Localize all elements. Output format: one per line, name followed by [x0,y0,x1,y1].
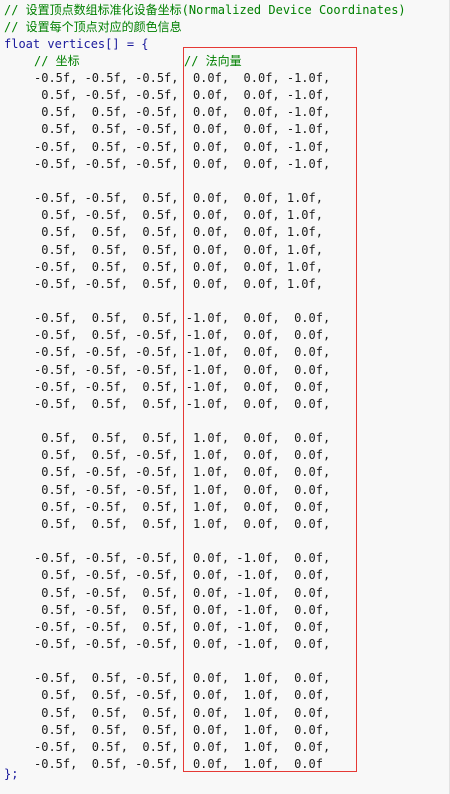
vertex-row: 0.5f, 0.5f, -0.5f, 0.0f, 0.0f, -1.0f, [34,122,331,137]
vertex-row: -0.5f, 0.5f, 0.5f, -1.0f, 0.0f, 0.0f, [34,396,331,411]
vertex-row: 0.5f, -0.5f, -0.5f, 0.0f, -1.0f, 0.0f, [34,568,331,583]
vertex-row: -0.5f, -0.5f, -0.5f, 0.0f, -1.0f, 0.0f, [34,636,331,651]
coords-column-comment: // 坐标 [34,54,80,68]
vertex-row: 0.5f, -0.5f, 0.5f, 1.0f, 0.0f, 0.0f, [34,499,331,514]
vertex-row: 0.5f, -0.5f, 0.5f, 0.0f, -1.0f, 0.0f, [34,602,331,617]
vertex-row: -0.5f, -0.5f, -0.5f, 0.0f, 0.0f, -1.0f, [34,71,331,85]
vertex-row: -0.5f, 0.5f, -0.5f, 0.0f, 0.0f, -1.0f, [34,139,331,154]
vertex-row: -0.5f, 0.5f, -0.5f, -1.0f, 0.0f, 0.0f, [34,328,331,343]
vertex-row: 0.5f, -0.5f, -0.5f, 0.0f, 0.0f, -1.0f, [34,88,331,103]
comment-line-ndc: // 设置顶点数组标准化设备坐标(Normalized Device Coord… [4,3,406,17]
vertex-row: -0.5f, -0.5f, 0.5f, 0.0f, 0.0f, 1.0f, [34,276,323,291]
code-editor[interactable]: // 设置顶点数组标准化设备坐标(Normalized Device Coord… [0,0,450,794]
closing-brace: }; [4,767,19,781]
vertex-row: 0.5f, 0.5f, 0.5f, 0.0f, 0.0f, 1.0f, [34,225,323,240]
vertex-row: 0.5f, 0.5f, -0.5f, 0.0f, 0.0f, -1.0f, [34,105,331,120]
vertex-row: -0.5f, -0.5f, 0.5f, -1.0f, 0.0f, 0.0f, [34,379,331,394]
vertex-row: 0.5f, 0.5f, 0.5f, 0.0f, 1.0f, 0.0f, [34,722,331,737]
vertex-row: -0.5f, -0.5f, -0.5f, 0.0f, 0.0f, -1.0f, [34,156,331,171]
vertex-row: -0.5f, -0.5f, -0.5f, -1.0f, 0.0f, 0.0f, [34,362,331,377]
vertex-row: -0.5f, -0.5f, -0.5f, -1.0f, 0.0f, 0.0f, [34,345,331,360]
vertex-row: 0.5f, 0.5f, 0.5f, 1.0f, 0.0f, 0.0f, [34,431,331,446]
vertex-row: 0.5f, 0.5f, 0.5f, 1.0f, 0.0f, 0.0f, [34,516,331,531]
vertex-row: 0.5f, -0.5f, 0.5f, 0.0f, 0.0f, 1.0f, [34,208,323,223]
vertex-row: 0.5f, 0.5f, -0.5f, 1.0f, 0.0f, 0.0f, [34,448,331,463]
vertex-row: -0.5f, 0.5f, 0.5f, -1.0f, 0.0f, 0.0f, [34,311,331,326]
vertex-row: 0.5f, -0.5f, -0.5f, 1.0f, 0.0f, 0.0f, [34,482,331,497]
vertex-row: -0.5f, -0.5f, -0.5f, 0.0f, -1.0f, 0.0f, [34,551,331,566]
vertex-row: -0.5f, -0.5f, 0.5f, 0.0f, -1.0f, 0.0f, [34,619,331,634]
vertex-row: -0.5f, 0.5f, -0.5f, 0.0f, 1.0f, 0.0f [34,757,323,771]
normals-column-comment: // 法向量 [184,54,242,68]
vertex-row: -0.5f, 0.5f, 0.5f, 0.0f, 1.0f, 0.0f, [34,739,331,754]
vertices-declaration: float vertices[] = { [4,37,149,51]
vertex-row: 0.5f, -0.5f, 0.5f, 0.0f, -1.0f, 0.0f, [34,585,331,600]
vertex-row: 0.5f, 0.5f, 0.5f, 0.0f, 1.0f, 0.0f, [34,705,331,720]
vertex-row: 0.5f, 0.5f, -0.5f, 0.0f, 1.0f, 0.0f, [34,688,331,703]
vertex-row: -0.5f, 0.5f, 0.5f, 0.0f, 0.0f, 1.0f, [34,259,323,274]
comment-line-color: // 设置每个顶点对应的颜色信息 [4,20,182,34]
vertex-row: 0.5f, 0.5f, 0.5f, 0.0f, 0.0f, 1.0f, [34,242,323,257]
vertex-row: -0.5f, -0.5f, 0.5f, 0.0f, 0.0f, 1.0f, [34,191,323,206]
vertex-row: -0.5f, 0.5f, -0.5f, 0.0f, 1.0f, 0.0f, [34,671,331,686]
vertex-row: 0.5f, -0.5f, -0.5f, 1.0f, 0.0f, 0.0f, [34,465,331,480]
